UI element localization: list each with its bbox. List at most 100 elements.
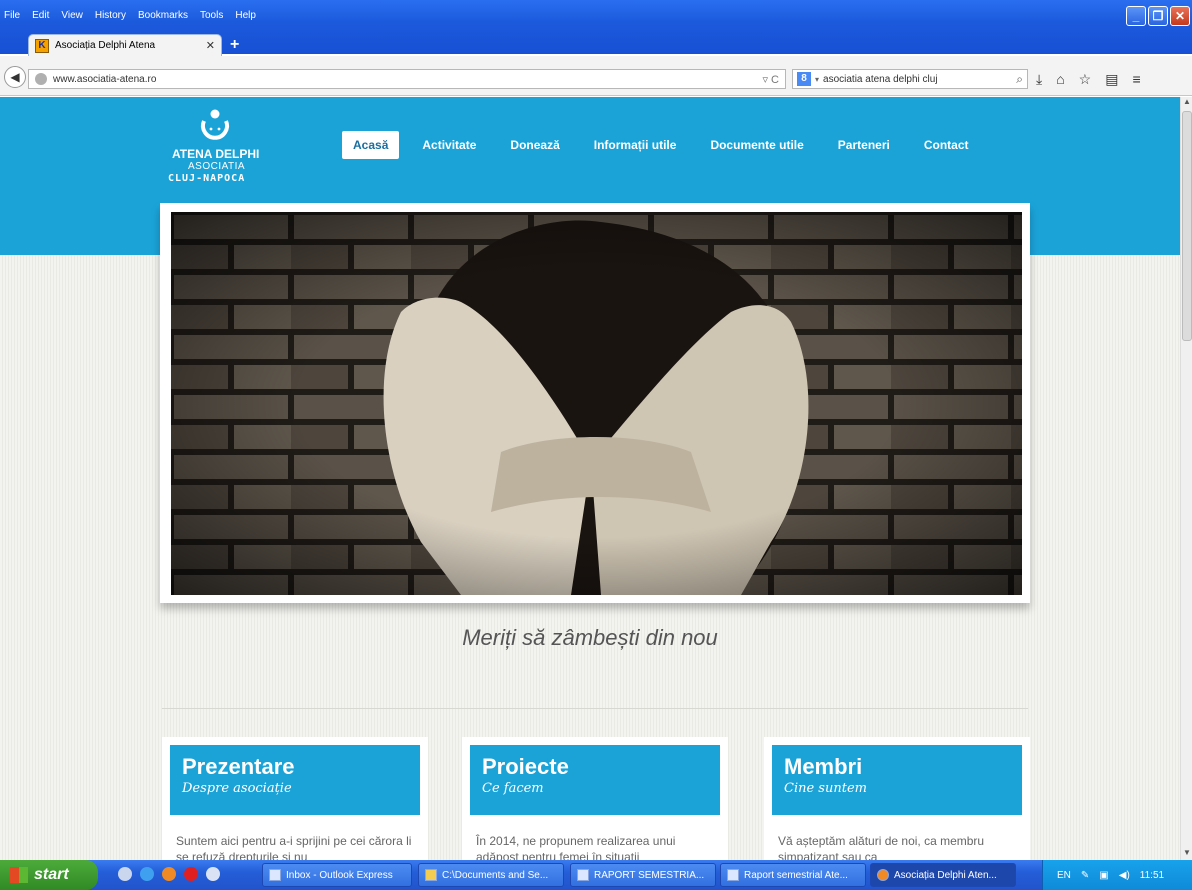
search-icon[interactable]: ⌕ [1016, 72, 1023, 87]
start-button[interactable]: start [0, 860, 98, 890]
tagline: Meriți să zâmbești din nou [462, 625, 718, 650]
menu-edit[interactable]: Edit [32, 10, 49, 21]
card-title: Membri [784, 754, 863, 779]
logo-city: CLUJ-NAPOCA [168, 173, 246, 184]
menu-file[interactable]: File [4, 10, 20, 21]
menu-hamburger-icon[interactable]: ≡ [1132, 71, 1140, 88]
scroll-up-icon[interactable]: ▲ [1181, 97, 1192, 109]
firefox-icon [877, 869, 889, 881]
taskbar-button-label: Raport semestrial Ate... [744, 869, 848, 881]
tab-favicon-icon: K [35, 38, 49, 53]
taskbar-word-semestrial[interactable]: Raport semestrial Ate... [720, 863, 866, 887]
logo-name: ATENA DELPHI [172, 147, 260, 161]
system-tray: EN ✎ ▣ ◀) 11:51 [1042, 860, 1192, 890]
hero-image-frame [160, 203, 1030, 603]
bookmarks-list-icon[interactable]: ▤ [1105, 71, 1118, 88]
card-header: Proiecte Ce facem [470, 745, 720, 815]
globe-icon [35, 73, 47, 85]
section-divider [162, 708, 1028, 709]
taskbar-explorer[interactable]: C:\Documents and Se... [418, 863, 564, 887]
card-body: În 2014, ne propunem realizarea unui adă… [476, 834, 676, 860]
scroll-down-icon[interactable]: ▼ [1181, 848, 1192, 860]
tab-close-icon[interactable]: ✕ [206, 39, 215, 52]
dropdown-icon[interactable]: ▾ [815, 75, 819, 84]
opera-icon[interactable] [184, 867, 198, 881]
google-icon[interactable]: 8 [797, 72, 811, 86]
tray-tool-icon[interactable]: ✎ [1081, 870, 1089, 881]
menu-tools[interactable]: Tools [200, 10, 223, 21]
menu-bookmarks[interactable]: Bookmarks [138, 10, 188, 21]
card-proiecte[interactable]: Proiecte Ce facem În 2014, ne propunem r… [462, 737, 728, 860]
bookmark-star-icon[interactable]: ☆ [1079, 71, 1092, 88]
download-icon[interactable]: ⤓ [1036, 71, 1042, 88]
window-controls: _ ❐ ✕ [1126, 6, 1190, 26]
back-arrow-icon[interactable]: ◀ [4, 66, 26, 88]
card-body: Suntem aici pentru a-i sprijini pe cei c… [176, 834, 412, 860]
nav-documente-utile[interactable]: Documente utile [699, 131, 814, 159]
logo-icon [201, 109, 229, 140]
taskbar-button-label: Inbox - Outlook Express [286, 869, 393, 881]
toolbar-icons: ⤓ ⌂ ☆ ▤ ≡ [1036, 71, 1141, 88]
card-header: Membri Cine suntem [772, 745, 1022, 815]
url-bar[interactable]: www.asociatia-atena.ro ▿ C [28, 69, 786, 89]
word-icon [727, 869, 739, 881]
card-header: Prezentare Despre asociație [170, 745, 420, 815]
volume-icon[interactable]: ◀) [1119, 870, 1130, 881]
nav-contact[interactable]: Contact [913, 131, 980, 159]
minimize-button[interactable]: _ [1126, 6, 1146, 26]
taskbar-button-label: C:\Documents and Se... [442, 869, 549, 881]
card-membri[interactable]: Membri Cine suntem Vă așteptăm alături d… [764, 737, 1030, 860]
card-body: Vă așteptăm alături de noi, ca membru si… [778, 834, 985, 860]
quick-launch [118, 867, 220, 881]
card-subtitle: Cine suntem [784, 781, 867, 796]
logo-subtitle: ASOCIATIA [188, 161, 246, 172]
nav-acasa[interactable]: Acasă [342, 131, 400, 159]
menu-help[interactable]: Help [235, 10, 256, 21]
restore-button[interactable]: ❐ [1148, 6, 1168, 26]
network-icon[interactable]: ▣ [1099, 870, 1108, 881]
folder-icon [425, 869, 437, 881]
hero-image [171, 212, 1022, 595]
tab-title: Asociația Delphi Atena [55, 40, 156, 51]
card-subtitle: Ce facem [482, 781, 544, 796]
outlook-icon [269, 869, 281, 881]
new-tab-icon[interactable]: + [230, 36, 239, 54]
mail-icon[interactable] [206, 867, 220, 881]
taskbar-button-label: Asociația Delphi Aten... [894, 869, 997, 881]
close-window-button[interactable]: ✕ [1170, 6, 1190, 26]
windows-flag-icon [10, 867, 28, 883]
language-indicator[interactable]: EN [1057, 870, 1071, 881]
browser-tab[interactable]: K Asociația Delphi Atena ✕ [28, 34, 222, 56]
taskbar-outlook[interactable]: Inbox - Outlook Express [262, 863, 412, 887]
home-icon[interactable]: ⌂ [1056, 71, 1064, 88]
nav-activitate[interactable]: Activitate [411, 131, 487, 159]
windows-taskbar: start Inbox - Outlook Express C:\Documen… [0, 860, 1192, 890]
nav-parteneri[interactable]: Parteneri [827, 131, 901, 159]
card-subtitle: Despre asociație [182, 781, 292, 796]
reload-icon[interactable]: ▿ C [762, 73, 779, 86]
search-input[interactable]: asociatia atena delphi cluj [823, 74, 1012, 85]
nav-informatii-utile[interactable]: Informații utile [583, 131, 688, 159]
vertical-scrollbar[interactable]: ▲ ▼ [1180, 97, 1192, 860]
menu-history[interactable]: History [95, 10, 126, 21]
navigation-toolbar: ◀ www.asociatia-atena.ro ▿ C 8 ▾ asociat… [0, 56, 1192, 96]
menu-view[interactable]: View [61, 10, 83, 21]
desktop-icon[interactable] [118, 867, 132, 881]
card-title: Proiecte [482, 754, 569, 779]
card-title: Prezentare [182, 754, 295, 779]
scrollbar-thumb[interactable] [1182, 111, 1192, 341]
taskbar-word-raport[interactable]: RAPORT SEMESTRIA... [570, 863, 716, 887]
clock[interactable]: 11:51 [1140, 870, 1164, 881]
firefox-icon[interactable] [162, 867, 176, 881]
search-bar[interactable]: 8 ▾ asociatia atena delphi cluj ⌕ [792, 69, 1028, 89]
nav-doneaza[interactable]: Donează [499, 131, 570, 159]
card-prezentare[interactable]: Prezentare Despre asociație Suntem aici … [162, 737, 428, 860]
internet-explorer-icon[interactable] [140, 867, 154, 881]
start-label: start [34, 866, 69, 883]
menu-bar: File Edit View History Bookmarks Tools H… [4, 10, 256, 21]
page-viewport: ATENA DELPHI ASOCIATIA CLUJ-NAPOCA Acasă… [0, 97, 1180, 860]
taskbar-button-label: RAPORT SEMESTRIA... [594, 869, 705, 881]
taskbar-firefox[interactable]: Asociația Delphi Aten... [870, 863, 1016, 887]
url-text: www.asociatia-atena.ro [53, 73, 157, 85]
main-navigation: Acasă Activitate Donează Informații util… [342, 131, 992, 159]
